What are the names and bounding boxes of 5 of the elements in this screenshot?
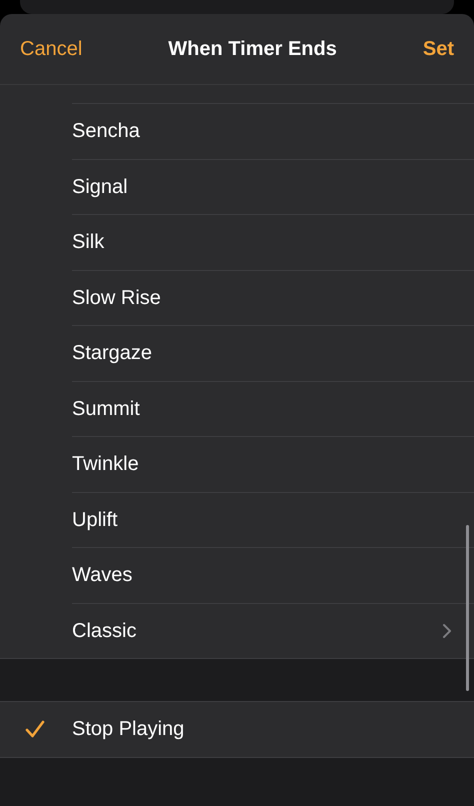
chevron-icon [442,622,452,639]
sheet-title: When Timer Ends [168,37,337,62]
set-button[interactable]: Set [422,34,454,64]
cancel-button[interactable]: Cancel [20,34,82,64]
checkmark-icon [25,720,45,738]
